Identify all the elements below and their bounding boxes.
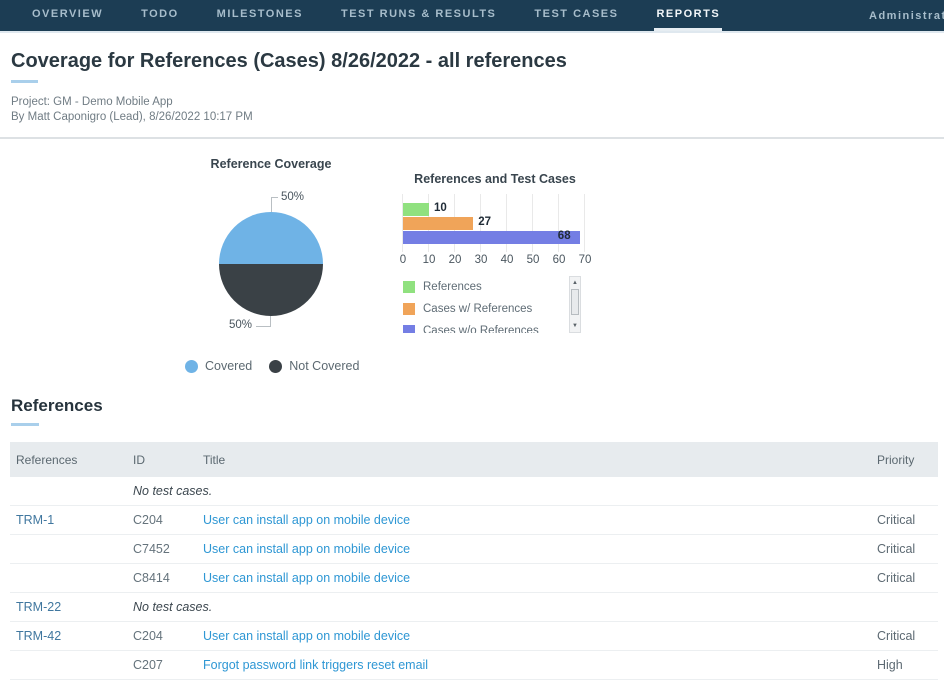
col-header-id: ID <box>133 452 145 467</box>
no-test-cases-note: No test cases. <box>133 600 213 614</box>
pie-slice-label-covered: 50% <box>281 191 305 203</box>
case-title-link[interactable]: User can install app on mobile device <box>203 571 877 585</box>
case-title-link[interactable]: User can install app on mobile device <box>203 542 877 556</box>
x-axis-tick: 0 <box>399 254 407 266</box>
x-axis-tick: 50 <box>526 254 540 266</box>
cases-with-references-swatch-icon <box>403 303 415 315</box>
pie-callout-line-bottom <box>256 316 271 327</box>
project-line: Project: GM - Demo Mobile App <box>11 96 173 108</box>
scroll-up-icon[interactable]: ▲ <box>570 278 580 288</box>
table-row: TRM-1 C204 User can install app on mobil… <box>10 506 938 535</box>
not-covered-swatch-icon <box>269 359 283 373</box>
table-row: TRM-22 No test cases. <box>10 593 938 622</box>
case-id: C8414 <box>133 571 170 585</box>
col-header-references: References <box>16 452 78 467</box>
legend-item-not-covered[interactable]: Not Covered <box>269 359 359 373</box>
case-id: C204 <box>133 513 163 527</box>
table-row: TRM-42 C204 User can install app on mobi… <box>10 622 938 651</box>
bar-value-cases-with-references: 27 <box>478 216 491 228</box>
x-axis-tick: 30 <box>474 254 488 266</box>
section-accent-underline <box>11 423 39 426</box>
table-row: C7452 User can install app on mobile dev… <box>10 535 938 564</box>
tab-todo[interactable]: Todo <box>139 0 181 31</box>
tab-test-runs-results[interactable]: Test Runs & Results <box>339 0 498 31</box>
bar-legend-scroll-area[interactable]: References Cases w/ References Cases w/o… <box>403 276 581 333</box>
x-axis-tick: 40 <box>500 254 514 266</box>
legend-item-covered[interactable]: Covered <box>185 359 252 373</box>
pie-chart-title: Reference Coverage <box>210 157 332 171</box>
x-axis-tick: 20 <box>448 254 462 266</box>
legend-label-references: References <box>423 281 482 293</box>
tab-test-cases[interactable]: Test Cases <box>532 0 620 31</box>
bar-cases-without-references <box>403 231 580 244</box>
report-byline: By Matt Caponigro (Lead), 8/26/2022 10:1… <box>11 111 253 123</box>
references-swatch-icon <box>403 281 415 293</box>
charts-panel: Reference Coverage 50% 50% Covered Not C… <box>0 139 944 384</box>
references-table: References ID Title Priority No test cas… <box>10 442 938 680</box>
reference-link[interactable]: TRM-42 <box>16 629 133 643</box>
legend-label-cases-without-references: Cases w/o References <box>423 325 539 333</box>
legend-label-cases-with-references: Cases w/ References <box>423 303 533 315</box>
case-title-link[interactable]: Forgot password link triggers reset emai… <box>203 658 877 672</box>
case-title-link[interactable]: User can install app on mobile device <box>203 629 877 643</box>
tab-overview[interactable]: Overview <box>30 0 105 31</box>
covered-swatch-icon <box>185 359 198 373</box>
x-axis-tick: 60 <box>552 254 566 266</box>
bar-chart-title: References and Test Cases <box>414 172 576 186</box>
priority-value: Critical <box>877 629 916 643</box>
legend-item-references[interactable]: References <box>403 276 581 298</box>
references-test-cases-bar-chart: References and Test Cases 10 27 68 0 10 … <box>399 172 592 342</box>
x-axis-tick: 70 <box>578 254 592 266</box>
reference-link[interactable]: TRM-22 <box>16 600 133 614</box>
scroll-thumb[interactable] <box>571 289 579 315</box>
no-test-cases-note: No test cases. <box>133 484 213 498</box>
top-navigation-bar: Overview Todo Milestones Test Runs & Res… <box>0 0 944 31</box>
table-row: C207 Forgot password link triggers reset… <box>10 651 938 680</box>
table-header-row: References ID Title Priority <box>10 442 938 477</box>
cases-without-references-swatch-icon <box>403 325 415 333</box>
x-axis-tick: 10 <box>422 254 436 266</box>
col-header-title: Title <box>203 452 226 467</box>
pie-legend: Covered Not Covered <box>185 359 359 373</box>
title-accent-underline <box>11 80 38 83</box>
priority-value: High <box>877 658 903 672</box>
legend-label-not-covered: Not Covered <box>289 359 360 373</box>
table-row: C8414 User can install app on mobile dev… <box>10 564 938 593</box>
bar-cases-with-references <box>403 217 474 230</box>
priority-value: Critical <box>877 542 916 556</box>
tab-administration[interactable]: Administration <box>869 0 944 31</box>
references-section-heading: References <box>11 396 103 415</box>
tab-milestones[interactable]: Milestones <box>215 0 305 31</box>
page-title: Coverage for References (Cases) 8/26/202… <box>11 50 567 72</box>
pie-callout-line-top <box>271 197 278 213</box>
reference-coverage-pie-chart <box>219 212 323 316</box>
bar-references <box>403 203 429 216</box>
priority-value: Critical <box>877 571 916 585</box>
legend-item-cases-without-references[interactable]: Cases w/o References <box>403 320 581 333</box>
case-id: C7452 <box>133 542 170 556</box>
case-title-link[interactable]: User can install app on mobile device <box>203 513 877 527</box>
bar-value-references: 10 <box>434 202 447 214</box>
priority-value: Critical <box>877 513 916 527</box>
legend-item-cases-with-references[interactable]: Cases w/ References <box>403 298 581 320</box>
nav-bottom-strip <box>0 31 944 33</box>
table-row: No test cases. <box>10 477 938 506</box>
bar-value-cases-without-references: 68 <box>557 230 571 242</box>
case-id: C204 <box>133 629 163 643</box>
tab-reports[interactable]: Reports <box>654 0 723 31</box>
col-header-priority: Priority <box>877 452 915 467</box>
case-id: C207 <box>133 658 163 672</box>
scroll-down-icon[interactable]: ▼ <box>570 321 580 331</box>
reference-link[interactable]: TRM-1 <box>16 513 133 527</box>
legend-scrollbar[interactable]: ▲ ▼ <box>569 276 581 333</box>
pie-slice-label-not-covered: 50% <box>228 319 252 331</box>
legend-label-covered: Covered <box>205 359 253 373</box>
